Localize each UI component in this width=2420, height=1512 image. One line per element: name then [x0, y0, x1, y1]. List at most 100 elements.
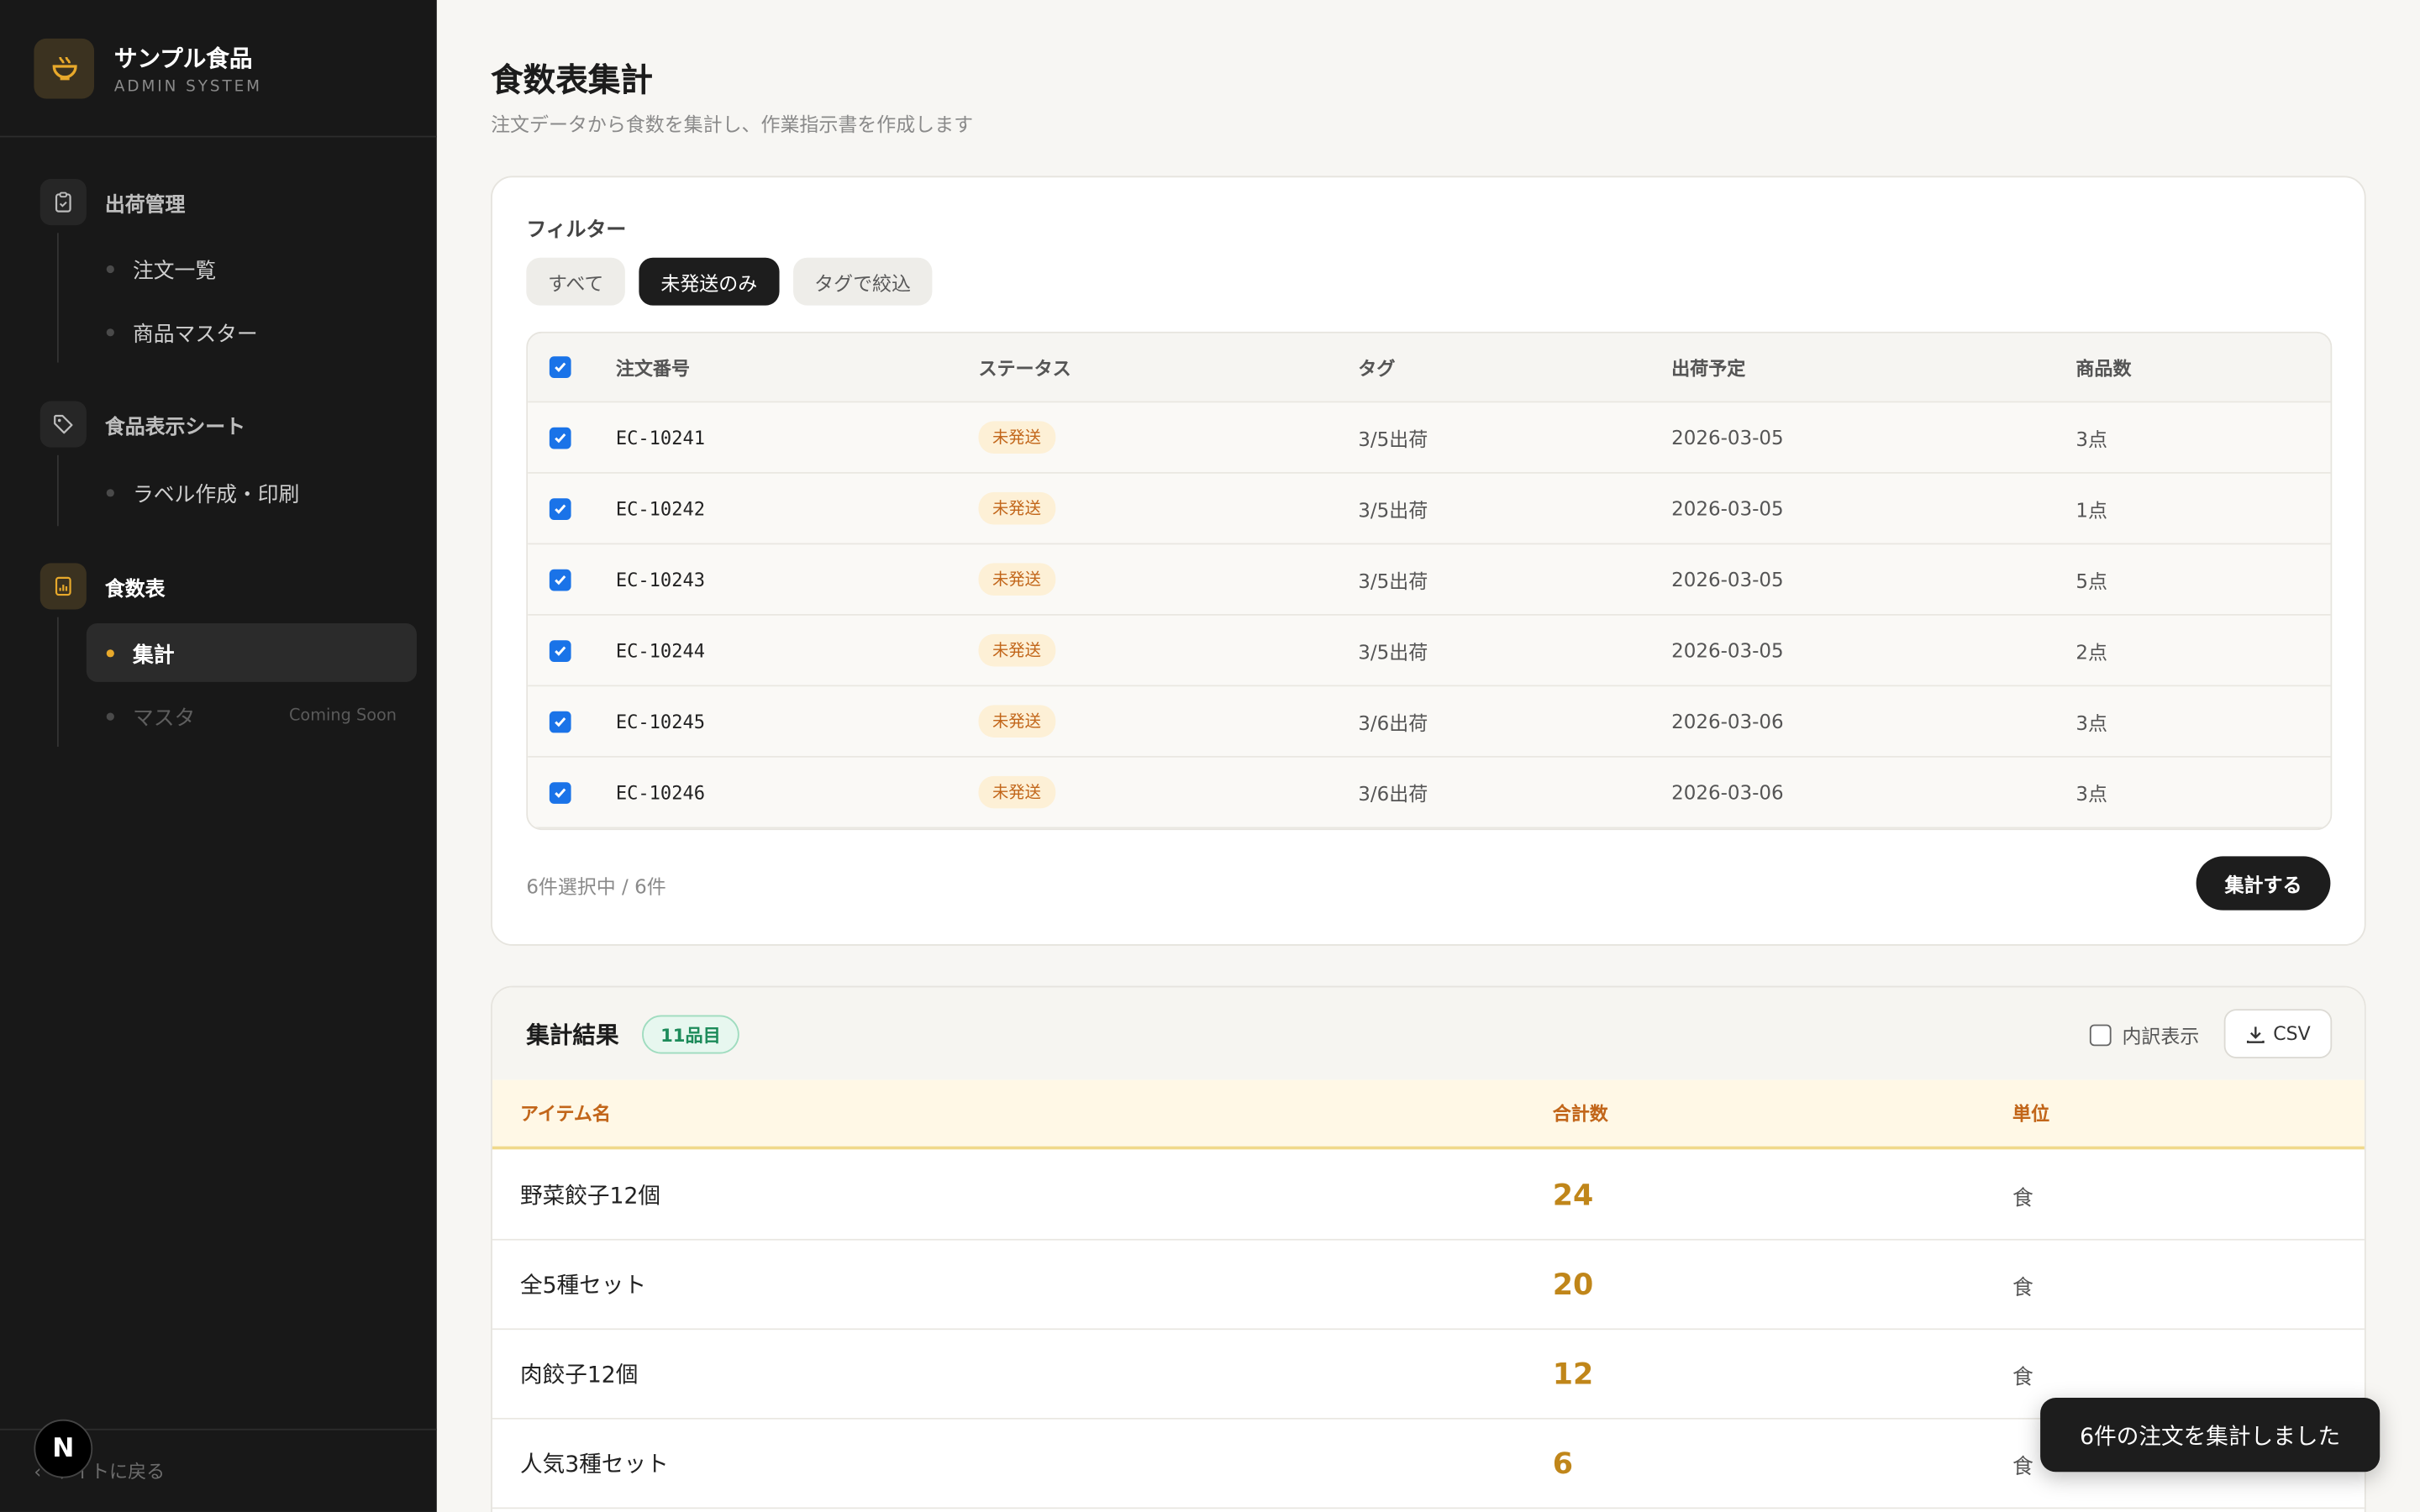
row-checkbox[interactable]: [549, 402, 571, 472]
sidebar-item-label: マスタ: [132, 706, 196, 732]
toast-notification: 6件の注文を集計しました: [2040, 1398, 2381, 1473]
nav-tree-line: [56, 617, 59, 747]
order-selection-card: フィルター すべて 未発送のみ タグで絞込 注文番号 ステータス タグ 出荷予定…: [491, 176, 2366, 946]
item-unit: 食: [2012, 1454, 2033, 1479]
dev-tools-badge[interactable]: N: [34, 1419, 93, 1478]
column-header-ship-date: 出荷予定: [1671, 357, 1746, 379]
nav-group-label: 食品表示シート: [104, 415, 246, 439]
nav-group-shipping[interactable]: 出荷管理: [39, 179, 186, 226]
table-row[interactable]: EC-10241 未発送 3/5出荷 2026-03-05 3点: [528, 402, 2331, 474]
breakdown-label: 内訳表示: [2122, 1024, 2200, 1048]
orders-table: 注文番号 ステータス タグ 出荷予定 商品数 EC-10241 未発送 3/5出荷 2…: [526, 331, 2333, 831]
brand-subtitle: ADMIN SYSTEM: [113, 77, 262, 95]
breakdown-toggle[interactable]: 内訳表示: [2089, 1020, 2200, 1049]
checkbox-checked-icon: [549, 356, 571, 378]
nav-group-meal-count[interactable]: 食数表: [39, 563, 166, 610]
table-header: 注文番号 ステータス タグ 出荷予定 商品数: [528, 333, 2331, 403]
item-name: 野菜餃子12個: [519, 1184, 661, 1210]
column-header-unit: 単位: [2012, 1103, 2050, 1125]
order-tag: 3/5出荷: [1358, 427, 1428, 451]
table-row[interactable]: EC-10245 未発送 3/6出荷 2026-03-06 3点: [528, 686, 2331, 758]
sidebar-item-label: 商品マスター: [132, 322, 258, 348]
selection-count: 6件選択中 / 6件: [526, 874, 666, 898]
order-tag: 3/6出荷: [1358, 711, 1428, 735]
order-id: EC-10245: [615, 710, 705, 732]
download-icon: [2246, 1026, 2265, 1042]
ship-date: 2026-03-05: [1671, 638, 1784, 662]
nav-tree-line: [56, 454, 59, 527]
select-all-checkbox[interactable]: [549, 333, 571, 402]
item-unit: 食: [2012, 1275, 2033, 1300]
sidebar-item-label: ラベル作成・印刷: [132, 482, 300, 508]
page-subtitle: 注文データから食数を集計し、作業指示書を作成します: [491, 113, 974, 136]
brand[interactable]: サンプル食品 ADMIN SYSTEM: [0, 0, 437, 138]
bullet-icon: [106, 648, 114, 657]
item-count: 2点: [2075, 640, 2107, 664]
aggregate-button[interactable]: 集計する: [2196, 856, 2331, 911]
column-header-total: 合計数: [1552, 1103, 1608, 1125]
filter-chip-all[interactable]: すべて: [526, 257, 626, 306]
checkbox-checked-icon: [549, 568, 571, 591]
order-tag: 3/6出荷: [1358, 782, 1428, 806]
item-unit: 食: [2012, 1185, 2033, 1210]
bullet-icon: [106, 488, 114, 496]
checkbox-unchecked-icon: [2089, 1023, 2112, 1046]
status-badge: 未発送: [978, 705, 1055, 738]
nav-group-food-label[interactable]: 食品表示シート: [39, 401, 246, 448]
bullet-icon: [106, 328, 114, 336]
filter-chip-unshipped[interactable]: 未発送のみ: [639, 257, 779, 306]
checkbox-checked-icon: [549, 781, 571, 804]
checkbox-checked-icon: [549, 639, 571, 662]
filter-chips: すべて 未発送のみ タグで絞込: [526, 257, 933, 306]
coming-soon-note: Coming Soon: [288, 706, 397, 726]
order-id: EC-10243: [615, 568, 705, 591]
row-checkbox[interactable]: [549, 544, 571, 614]
results-table-header: アイテム名 合計数 単位: [492, 1079, 2365, 1150]
order-id: EC-10242: [615, 497, 705, 520]
sidebar-item-aggregate[interactable]: 集計: [86, 623, 417, 682]
status-badge: 未発送: [978, 563, 1055, 596]
sidebar-item-orders[interactable]: 注文一覧: [87, 239, 417, 298]
status-badge: 未発送: [978, 491, 1055, 525]
clipboard-icon: [39, 179, 87, 226]
filter-label: フィルター: [526, 218, 627, 243]
item-total: 12: [1552, 1357, 1594, 1391]
ship-date: 2026-03-05: [1671, 567, 1784, 591]
column-header-item-name: アイテム名: [519, 1103, 611, 1125]
ship-date: 2026-03-06: [1671, 780, 1784, 804]
sidebar: サンプル食品 ADMIN SYSTEM 出荷管理 注文一覧 商品マスター 食品表…: [0, 0, 437, 1512]
results-header: 集計結果 11品目 内訳表示 CSV: [492, 987, 2365, 1080]
table-row[interactable]: EC-10243 未発送 3/5出荷 2026-03-05 5点: [528, 544, 2331, 616]
item-count-badge: 11品目: [642, 1015, 739, 1054]
sidebar-item-label-print[interactable]: ラベル作成・印刷: [87, 463, 417, 522]
ship-date: 2026-03-05: [1671, 425, 1784, 449]
item-name: 人気3種セット: [519, 1453, 669, 1478]
item-name: 肉餃子12個: [519, 1363, 639, 1389]
bowl-icon: [34, 37, 95, 98]
item-total: 20: [1552, 1267, 1594, 1302]
ship-date: 2026-03-05: [1671, 496, 1784, 520]
csv-download-button[interactable]: CSV: [2223, 1009, 2333, 1058]
item-count: 5点: [2075, 569, 2107, 593]
row-checkbox[interactable]: [549, 758, 571, 827]
item-total: 6: [1552, 1446, 1574, 1481]
checkbox-checked-icon: [549, 497, 571, 520]
row-checkbox[interactable]: [549, 474, 571, 543]
nav-group-label: 食数表: [104, 577, 166, 601]
item-unit: 食: [2012, 1364, 2033, 1389]
row-checkbox[interactable]: [549, 616, 571, 685]
filter-chip-tag[interactable]: タグで絞込: [792, 257, 933, 306]
order-tag: 3/5出荷: [1358, 498, 1428, 522]
item-count: 3点: [2075, 427, 2107, 451]
order-tag: 3/5出荷: [1358, 640, 1428, 664]
column-header-order-id: 注文番号: [615, 357, 691, 379]
table-row[interactable]: EC-10246 未発送 3/6出荷 2026-03-06 3点: [528, 757, 2331, 829]
sidebar-item-product-master[interactable]: 商品マスター: [87, 302, 417, 361]
table-row[interactable]: EC-10242 未発送 3/5出荷 2026-03-05 1点: [528, 473, 2331, 545]
ship-date: 2026-03-06: [1671, 709, 1784, 733]
order-id: EC-10246: [615, 781, 705, 804]
row-checkbox[interactable]: [549, 686, 571, 756]
nav-group-label: 出荷管理: [104, 193, 186, 218]
order-id: EC-10244: [615, 639, 705, 662]
table-row[interactable]: EC-10244 未発送 3/5出荷 2026-03-05 2点: [528, 615, 2331, 687]
